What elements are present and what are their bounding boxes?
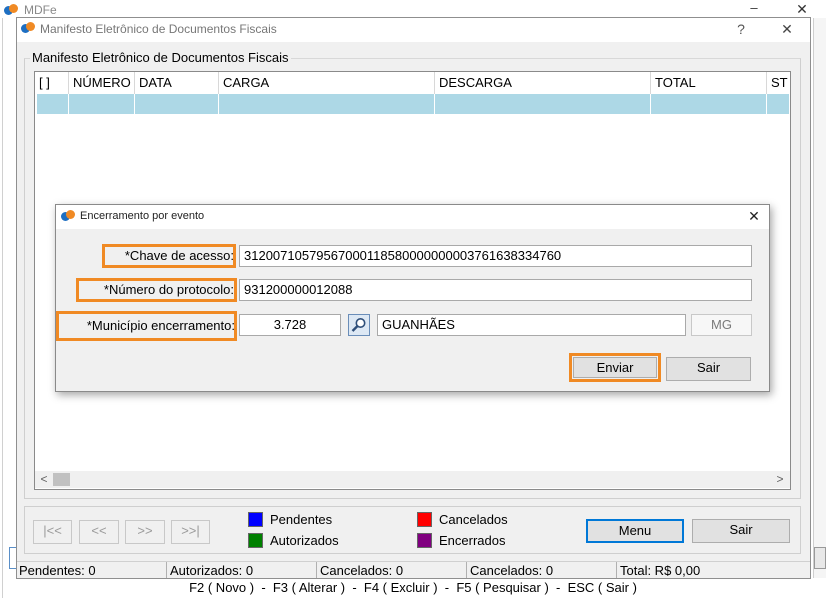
municipio-name-field: GUANHÃES	[377, 314, 686, 336]
status-cancelados: Cancelados: 0	[320, 563, 404, 578]
col-select-header[interactable]: [ ]	[35, 72, 69, 94]
legend-autorizados-swatch	[248, 533, 263, 548]
app-right-control	[814, 547, 826, 569]
col-carga-header[interactable]: CARGA	[219, 72, 435, 94]
main-exit-button[interactable]: Sair	[692, 519, 790, 543]
uf-field: MG	[691, 314, 752, 336]
search-municipio-button[interactable]	[348, 314, 370, 336]
app-title: MDFe	[24, 3, 57, 17]
col-total-header[interactable]: TOTAL	[651, 72, 767, 94]
protocolo-field[interactable]: 931200000012088	[239, 279, 752, 301]
status-autorizados: Autorizados: 0	[170, 563, 254, 578]
status-divider-1	[166, 562, 167, 578]
legend-encerrados-swatch	[417, 533, 432, 548]
municipio-code-field[interactable]: 3.728	[239, 314, 341, 336]
status-divider-4	[616, 562, 617, 578]
app-icon	[4, 4, 18, 18]
table-row[interactable]	[37, 94, 789, 114]
scroll-left-icon[interactable]: <	[38, 471, 50, 488]
app-minimize-icon[interactable]: –	[744, 0, 764, 16]
status-total: Total: R$ 0,00	[620, 563, 701, 578]
legend-cancelados-label: Cancelados	[439, 512, 508, 527]
help-icon[interactable]: ?	[733, 21, 749, 39]
app-close-icon[interactable]: ✕	[792, 1, 812, 17]
scroll-right-icon[interactable]: >	[774, 471, 786, 488]
legend-pendentes-swatch	[248, 512, 263, 527]
legend-cancelados-swatch	[417, 512, 432, 527]
shortcuts-bar: F2 ( Novo ) - F3 ( Alterar ) - F4 ( Excl…	[189, 580, 637, 595]
dialog-title: Encerramento por evento	[80, 210, 205, 222]
last-page-button[interactable]: >>|	[171, 520, 210, 544]
protocolo-label: *Número do protocolo:	[103, 282, 234, 297]
dialog-exit-button[interactable]: Sair	[666, 357, 751, 381]
status-cancelados-2: Cancelados: 0	[470, 563, 554, 578]
status-divider-2	[316, 562, 317, 578]
search-icon	[351, 318, 366, 332]
prev-page-button[interactable]: <<	[79, 520, 119, 544]
chave-label: *Chave de acesso:	[124, 248, 234, 263]
horizontal-scrollbar[interactable]	[35, 471, 790, 488]
col-status-header[interactable]: ST	[767, 72, 789, 94]
scroll-thumb[interactable]	[53, 473, 70, 486]
chave-acesso-field[interactable]: 3120071057956700011858000000000376163833…	[239, 245, 752, 267]
next-page-button[interactable]: >>	[125, 520, 165, 544]
main-window-title: Manifesto Eletrônico de Documentos Fisca…	[40, 22, 277, 36]
legend-autorizados-label: Autorizados	[270, 533, 339, 548]
legend-encerrados-label: Encerrados	[439, 533, 506, 548]
status-divider-3	[466, 562, 467, 578]
app-right-strip	[813, 18, 826, 578]
col-data-header[interactable]: DATA	[135, 72, 219, 94]
window-icon	[21, 22, 35, 36]
dialog-icon	[61, 210, 75, 224]
col-numero-header[interactable]: NÚMERO	[69, 72, 135, 94]
col-descarga-header[interactable]: DESCARGA	[435, 72, 651, 94]
menu-button[interactable]: Menu	[586, 519, 684, 543]
app-left-border	[2, 18, 3, 598]
enviar-button[interactable]: Enviar	[573, 357, 657, 378]
first-page-button[interactable]: |<<	[33, 520, 72, 544]
status-pendentes: Pendentes: 0	[19, 563, 96, 578]
municipio-label: *Município encerramento:	[86, 318, 235, 333]
dialog-close-icon[interactable]: ✕	[745, 208, 763, 226]
main-close-icon[interactable]: ✕	[778, 21, 796, 39]
grid-group-title: Manifesto Eletrônico de Documentos Fisca…	[30, 50, 291, 65]
legend-pendentes-label: Pendentes	[270, 512, 333, 527]
